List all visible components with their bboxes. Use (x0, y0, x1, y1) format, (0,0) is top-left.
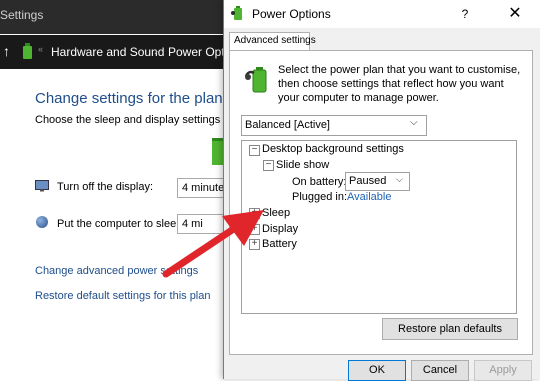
ok-button[interactable]: OK (348, 360, 406, 381)
window-title: Settings (0, 8, 44, 22)
dialog-title: Power Options (252, 7, 331, 21)
help-button[interactable]: ? (450, 2, 480, 26)
dialog-description: Select the power plan that you want to c… (278, 64, 521, 104)
chevron-down-icon: ⌵ (410, 117, 418, 128)
plugged-in-value[interactable]: Available (347, 191, 391, 203)
power-options-icon (23, 43, 32, 59)
breadcrumb-root-separator: « (38, 44, 44, 54)
power-plan-value: Balanced [Active] (245, 119, 330, 131)
breadcrumb-separator: › (154, 44, 158, 58)
sleep-icon (36, 216, 48, 228)
chevron-down-icon: ⌵ (396, 174, 403, 184)
turn-off-display-label: Turn off the display: (57, 181, 153, 193)
page-title: Change settings for the plan: B (35, 90, 241, 107)
tab-advanced-settings-label: Advanced settings (234, 35, 316, 46)
power-options-icon (231, 6, 242, 20)
up-arrow-icon[interactable]: ↑ (3, 43, 10, 59)
power-plan-icon (244, 67, 267, 93)
on-battery-label: On battery: (292, 176, 347, 188)
close-button[interactable]: ✕ (500, 2, 530, 26)
tree-item-slide-show[interactable]: Slide show (276, 159, 329, 171)
restore-plan-defaults-button[interactable]: Restore plan defaults (382, 318, 518, 340)
annotation-arrow-icon (162, 210, 264, 278)
restore-default-settings-link[interactable]: Restore default settings for this plan (35, 290, 210, 302)
plugged-in-label: Plugged in: (292, 191, 348, 203)
breadcrumb-hardware-and-sound[interactable]: Hardware and Sound (51, 45, 164, 59)
apply-button[interactable]: Apply (474, 360, 532, 381)
cancel-button[interactable]: Cancel (411, 360, 469, 381)
on-battery-value: Paused (349, 175, 387, 187)
collapse-toggle-icon[interactable]: − (263, 160, 274, 171)
display-icon (35, 180, 49, 192)
tree-item-desktop-background[interactable]: Desktop background settings (262, 143, 404, 155)
collapse-toggle-icon[interactable]: − (249, 145, 260, 156)
